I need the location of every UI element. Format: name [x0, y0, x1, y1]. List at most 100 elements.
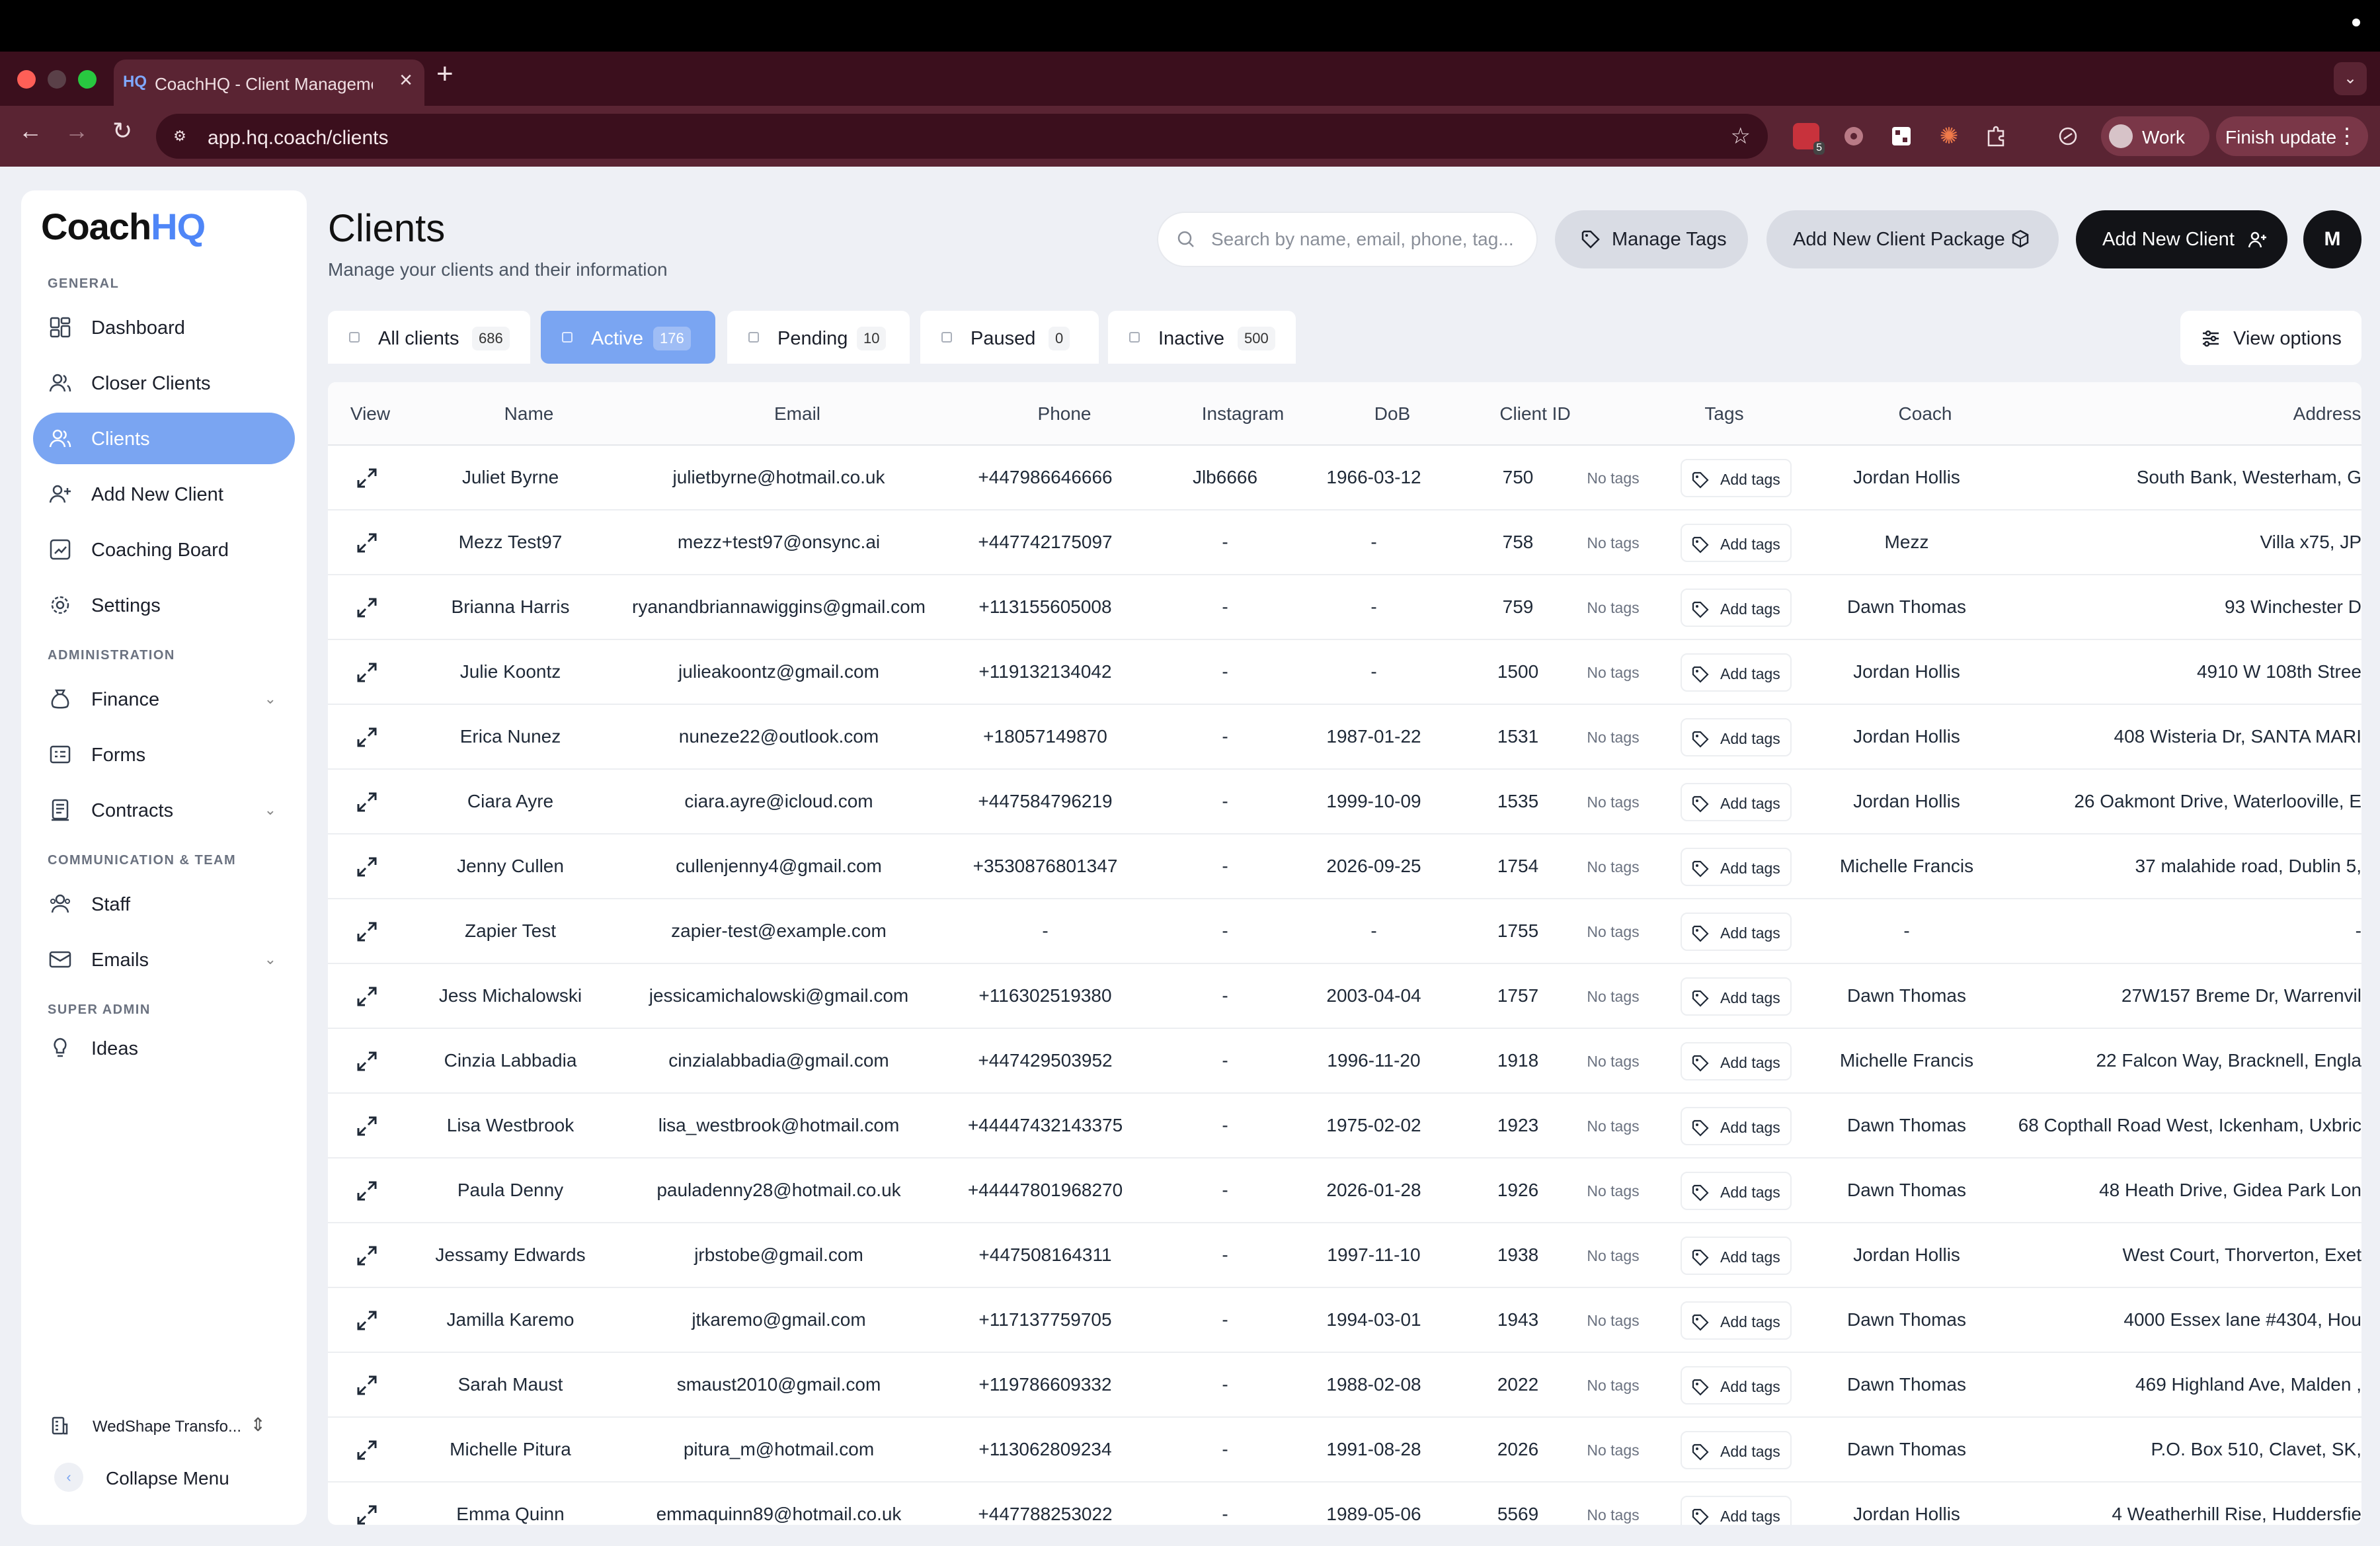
- sidebar-item-staff[interactable]: Staff: [33, 878, 295, 930]
- tab-paused[interactable]: Paused 0: [920, 311, 1099, 364]
- add-tags-button[interactable]: Add tags: [1681, 1107, 1792, 1145]
- column-header-coach[interactable]: Coach: [1899, 403, 1952, 425]
- collapse-menu-button[interactable]: ‹ Collapse Menu: [28, 1452, 300, 1500]
- sidebar-item-finance[interactable]: Finance ⌄: [33, 673, 295, 725]
- table-row[interactable]: Brianna Harris ryanandbriannawiggins@gmai…: [328, 575, 2361, 640]
- table-row[interactable]: Lisa Westbrook lisa_westbrook@hotmail.com…: [328, 1094, 2361, 1159]
- table-row[interactable]: Paula Denny pauladenny28@hotmail.co.uk +44…: [328, 1159, 2361, 1223]
- view-options-button[interactable]: View options: [2180, 311, 2361, 365]
- column-header-name[interactable]: Name: [504, 403, 554, 425]
- tab-pending[interactable]: Pending 10: [727, 311, 910, 364]
- tab-inactive[interactable]: Inactive 500: [1108, 311, 1296, 364]
- expand-icon[interactable]: [354, 919, 379, 944]
- sidebar-item-dashboard[interactable]: Dashboard: [33, 302, 295, 353]
- sidebar-item-clients[interactable]: Clients: [33, 413, 295, 464]
- table-row[interactable]: Jessamy Edwards jrbstobe@gmail.com +447508…: [328, 1223, 2361, 1288]
- add-tags-button[interactable]: Add tags: [1681, 977, 1792, 1016]
- column-header-dob[interactable]: DoB: [1374, 403, 1410, 425]
- column-header-email[interactable]: Email: [774, 403, 820, 425]
- forward-icon[interactable]: →: [65, 119, 89, 143]
- expand-icon[interactable]: [354, 530, 379, 555]
- user-avatar[interactable]: M: [2303, 210, 2361, 268]
- expand-icon[interactable]: [354, 854, 379, 879]
- expand-icon[interactable]: [354, 1178, 379, 1203]
- table-row[interactable]: Cinzia Labbadia cinzialabbadia@gmail.com +…: [328, 1029, 2361, 1094]
- add-tags-button[interactable]: Add tags: [1681, 1042, 1792, 1080]
- extension-sparkle-icon[interactable]: ✺: [1936, 123, 1962, 149]
- url-text[interactable]: app.hq.coach/clients: [208, 127, 389, 149]
- add-tags-button[interactable]: Add tags: [1681, 524, 1792, 562]
- extensions-puzzle-icon[interactable]: [1983, 123, 2010, 149]
- table-row[interactable]: Juliet Byrne julietbyrne@hotmail.co.uk +44…: [328, 446, 2361, 510]
- expand-icon[interactable]: [354, 1114, 379, 1139]
- add-tags-button[interactable]: Add tags: [1681, 913, 1792, 951]
- add-tags-button[interactable]: Add tags: [1681, 653, 1792, 692]
- tab-active[interactable]: Active 176: [541, 311, 715, 364]
- expand-icon[interactable]: [354, 1308, 379, 1333]
- sidebar-item-add-new-client[interactable]: Add New Client: [33, 468, 295, 520]
- table-row[interactable]: Jess Michalowski jessicamichalowski@gmail…: [328, 964, 2361, 1029]
- table-row[interactable]: Ciara Ayre ciara.ayre@icloud.com +44758479…: [328, 770, 2361, 834]
- add-tags-button[interactable]: Add tags: [1681, 1301, 1792, 1340]
- expand-icon[interactable]: [354, 984, 379, 1009]
- expand-icon[interactable]: [354, 790, 379, 815]
- tab-all-clients[interactable]: All clients 686: [328, 311, 530, 364]
- table-row[interactable]: Zapier Test zapier-test@example.com - - - 175…: [328, 899, 2361, 964]
- add-new-client-button[interactable]: Add New Client: [2076, 210, 2287, 268]
- reload-icon[interactable]: ↻: [112, 119, 132, 143]
- add-tags-button[interactable]: Add tags: [1681, 783, 1792, 821]
- expand-icon[interactable]: [354, 1243, 379, 1268]
- sidebar-item-coaching-board[interactable]: Coaching Board: [33, 524, 295, 575]
- column-header-instagram[interactable]: Instagram: [1202, 403, 1285, 425]
- expand-icon[interactable]: [354, 466, 379, 491]
- browser-tab[interactable]: HQ CoachHQ - Client Management ×: [114, 60, 424, 106]
- manage-tags-button[interactable]: Manage Tags: [1555, 210, 1748, 268]
- expand-icon[interactable]: [354, 1502, 379, 1525]
- window-close-button[interactable]: [17, 70, 36, 89]
- expand-icon[interactable]: [354, 1373, 379, 1398]
- site-info-icon[interactable]: ⚙: [168, 124, 192, 148]
- search-box[interactable]: [1157, 212, 1538, 267]
- add-tags-button[interactable]: Add tags: [1681, 1172, 1792, 1210]
- table-row[interactable]: Michelle Pitura pitura_m@hotmail.com +1130…: [328, 1418, 2361, 1483]
- reading-mode-icon[interactable]: [2055, 123, 2081, 149]
- sidebar-item-emails[interactable]: Emails ⌄: [33, 934, 295, 985]
- back-icon[interactable]: ←: [19, 119, 42, 143]
- sidebar-item-ideas[interactable]: Ideas: [33, 1022, 295, 1074]
- table-row[interactable]: Sarah Maust smaust2010@gmail.com +11978660…: [328, 1353, 2361, 1418]
- add-tags-button[interactable]: Add tags: [1681, 589, 1792, 627]
- table-row[interactable]: Julie Koontz julieakoontz@gmail.com +11913…: [328, 640, 2361, 705]
- table-row[interactable]: Emma Quinn emmaquinn89@hotmail.co.uk +4477…: [328, 1483, 2361, 1525]
- tab-search-icon[interactable]: ⌄: [2334, 62, 2367, 95]
- bookmark-star-icon[interactable]: ☆: [1731, 123, 1751, 149]
- extension-calendar-icon[interactable]: 5: [1793, 123, 1825, 155]
- address-bar[interactable]: ⚙ app.hq.coach/clients ☆: [156, 114, 1768, 159]
- profile-button[interactable]: Work: [2101, 116, 2209, 156]
- add-tags-button[interactable]: Add tags: [1681, 1237, 1792, 1275]
- window-zoom-button[interactable]: [78, 70, 97, 89]
- add-tags-button[interactable]: Add tags: [1681, 848, 1792, 886]
- add-tags-button[interactable]: Add tags: [1681, 1496, 1792, 1525]
- column-header-view[interactable]: View: [350, 403, 390, 425]
- extension-grid-icon[interactable]: [1888, 123, 1915, 149]
- new-tab-icon[interactable]: +: [436, 60, 454, 89]
- table-row[interactable]: Jamilla Karemo jtkaremo@gmail.com +1171377…: [328, 1288, 2361, 1353]
- expand-icon[interactable]: [354, 595, 379, 620]
- table-row[interactable]: Erica Nunez nuneze22@outlook.com +18057149…: [328, 705, 2361, 770]
- close-tab-icon[interactable]: ×: [399, 69, 413, 91]
- sidebar-item-closer-clients[interactable]: Closer Clients: [33, 357, 295, 409]
- finish-update-button[interactable]: Finish update ⋮: [2216, 116, 2368, 156]
- sidebar-item-settings[interactable]: Settings: [33, 579, 295, 631]
- add-tags-button[interactable]: Add tags: [1681, 1431, 1792, 1469]
- column-header-tags[interactable]: Tags: [1704, 403, 1743, 425]
- add-tags-button[interactable]: Add tags: [1681, 459, 1792, 497]
- sidebar-item-forms[interactable]: Forms: [33, 729, 295, 780]
- window-minimize-button[interactable]: [48, 70, 66, 89]
- add-client-package-button[interactable]: Add New Client Package: [1766, 210, 2059, 268]
- expand-icon[interactable]: [354, 660, 379, 685]
- sidebar-item-contracts[interactable]: Contracts ⌄: [33, 784, 295, 836]
- expand-icon[interactable]: [354, 1438, 379, 1463]
- table-row[interactable]: Mezz Test97 mezz+test97@onsync.ai +4477421…: [328, 510, 2361, 575]
- expand-icon[interactable]: [354, 1049, 379, 1074]
- expand-icon[interactable]: [354, 725, 379, 750]
